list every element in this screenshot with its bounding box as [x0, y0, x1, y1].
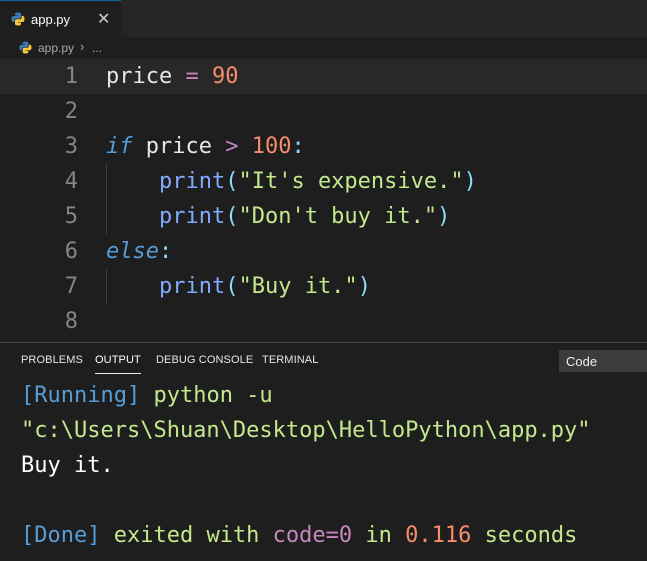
line-number: 7: [64, 274, 78, 299]
keyword: if: [106, 134, 133, 159]
punctuation: :: [158, 239, 173, 264]
running-tag: [Running]: [21, 383, 141, 408]
tab-problems[interactable]: PROBLEMS: [21, 354, 83, 366]
string-literal: "Don't buy it.": [238, 204, 438, 229]
punctuation: (: [225, 169, 239, 194]
function-name: print: [158, 274, 226, 299]
tab-terminal[interactable]: TERMINAL: [262, 354, 318, 366]
line-number: 6: [64, 239, 78, 264]
code-text: print("It's expensive."): [106, 164, 477, 199]
code-line: 2: [0, 94, 647, 129]
python-file-icon: [11, 12, 25, 31]
function-name: print: [158, 204, 226, 229]
number-literal: 100: [238, 134, 292, 159]
number-literal: 90: [211, 64, 239, 89]
punctuation: :: [291, 134, 305, 159]
code-editor[interactable]: 1 price = 90 2 3 if price > 100: 4 print…: [0, 59, 647, 342]
line-number: 1: [64, 64, 78, 89]
line-number: 5: [64, 204, 78, 229]
elapsed-time: 0.116: [405, 523, 472, 548]
close-tab-icon[interactable]: ✕: [97, 9, 110, 29]
tab-filename: app.py: [31, 12, 71, 27]
code-text: else:: [106, 234, 172, 269]
output-channel-select[interactable]: Code: [559, 350, 647, 372]
string-literal: "Buy it.": [238, 274, 358, 299]
code-text: print("Don't buy it."): [106, 199, 450, 234]
code-line: 8: [0, 304, 647, 339]
tab-output[interactable]: OUTPUT: [95, 354, 141, 374]
breadcrumb-symbols[interactable]: ...: [92, 41, 102, 55]
in-text: in: [352, 523, 406, 548]
code-line: 3 if price > 100:: [0, 129, 647, 164]
output-panel: PROBLEMS OUTPUT DEBUG CONSOLE TERMINAL C…: [0, 342, 647, 561]
line-number: 2: [64, 99, 78, 124]
breadcrumb-file[interactable]: app.py: [38, 41, 74, 55]
chevron-right-icon: ›: [80, 39, 85, 54]
punctuation: ): [357, 274, 371, 299]
code-text: if price > 100:: [106, 129, 305, 164]
code-line: 5 print("Don't buy it."): [0, 199, 647, 234]
code-line: 1 price = 90: [0, 59, 647, 94]
identifier: price: [132, 134, 226, 159]
code-line: 6 else:: [0, 234, 647, 269]
output-line: [Running] python -u: [21, 378, 273, 413]
seconds-text: seconds: [471, 523, 578, 548]
code-line: 7 print("Buy it."): [0, 269, 647, 304]
code-line: 4 print("It's expensive."): [0, 164, 647, 199]
string-literal: "It's expensive.": [238, 169, 464, 194]
run-path: "c:\Users\Shuan\Desktop\HelloPython\app.…: [21, 418, 591, 443]
punctuation: ): [437, 204, 451, 229]
code-text: print("Buy it."): [106, 269, 371, 304]
output-line: [Done] exited with code=0 in 0.116 secon…: [21, 518, 577, 553]
identifier: price: [106, 64, 173, 89]
operator: =: [172, 64, 212, 89]
code-text: price = 90: [106, 59, 238, 94]
line-number: 4: [64, 169, 78, 194]
tab-debug-console[interactable]: DEBUG CONSOLE: [156, 354, 253, 366]
punctuation: ): [463, 169, 477, 194]
done-tag: [Done]: [21, 523, 101, 548]
python-file-icon: [19, 41, 32, 59]
output-channel-value: Code: [566, 354, 598, 369]
program-output: Buy it.: [21, 453, 114, 478]
line-number: 8: [64, 309, 78, 334]
tab-app-py[interactable]: app.py ✕: [0, 0, 121, 37]
punctuation: (: [225, 204, 239, 229]
exit-code: code=0: [272, 523, 353, 548]
output-line: "c:\Users\Shuan\Desktop\HelloPython\app.…: [21, 413, 591, 448]
output-line: Buy it.: [21, 448, 114, 483]
line-number: 3: [64, 134, 78, 159]
run-command: python -u: [140, 383, 273, 408]
editor-tab-bar: app.py ✕: [0, 0, 647, 37]
punctuation: (: [225, 274, 239, 299]
exit-text: exited with: [100, 523, 273, 548]
operator: >: [225, 134, 239, 159]
function-name: print: [158, 169, 226, 194]
breadcrumb: app.py › ...: [0, 37, 647, 59]
keyword: else: [106, 239, 159, 264]
